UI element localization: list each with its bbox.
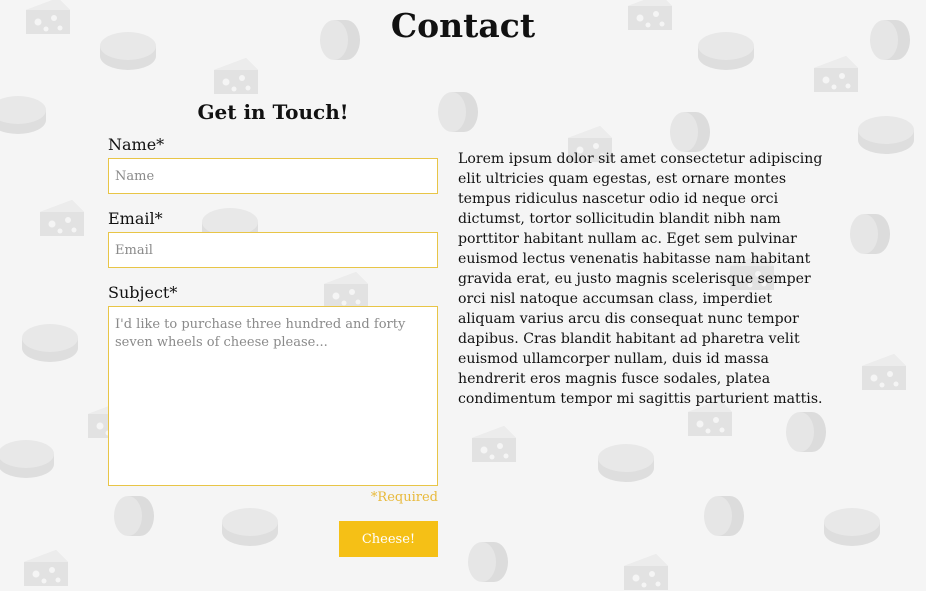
subject-label: Subject* <box>108 283 178 302</box>
name-input[interactable] <box>108 158 438 194</box>
form-title: Get in Touch! <box>197 100 349 124</box>
name-label: Name* <box>108 135 165 154</box>
subject-textarea[interactable] <box>108 306 438 486</box>
email-input[interactable] <box>108 232 438 268</box>
info-paragraph: Lorem ipsum dolor sit amet consectetur a… <box>458 151 823 407</box>
submit-button[interactable]: Cheese! <box>339 521 438 557</box>
required-note: *Required <box>370 490 438 505</box>
email-label: Email* <box>108 209 163 228</box>
contact-page: Contact Get in Touch! Name* Email* Subje… <box>0 0 926 591</box>
page-title: Contact <box>390 6 536 45</box>
